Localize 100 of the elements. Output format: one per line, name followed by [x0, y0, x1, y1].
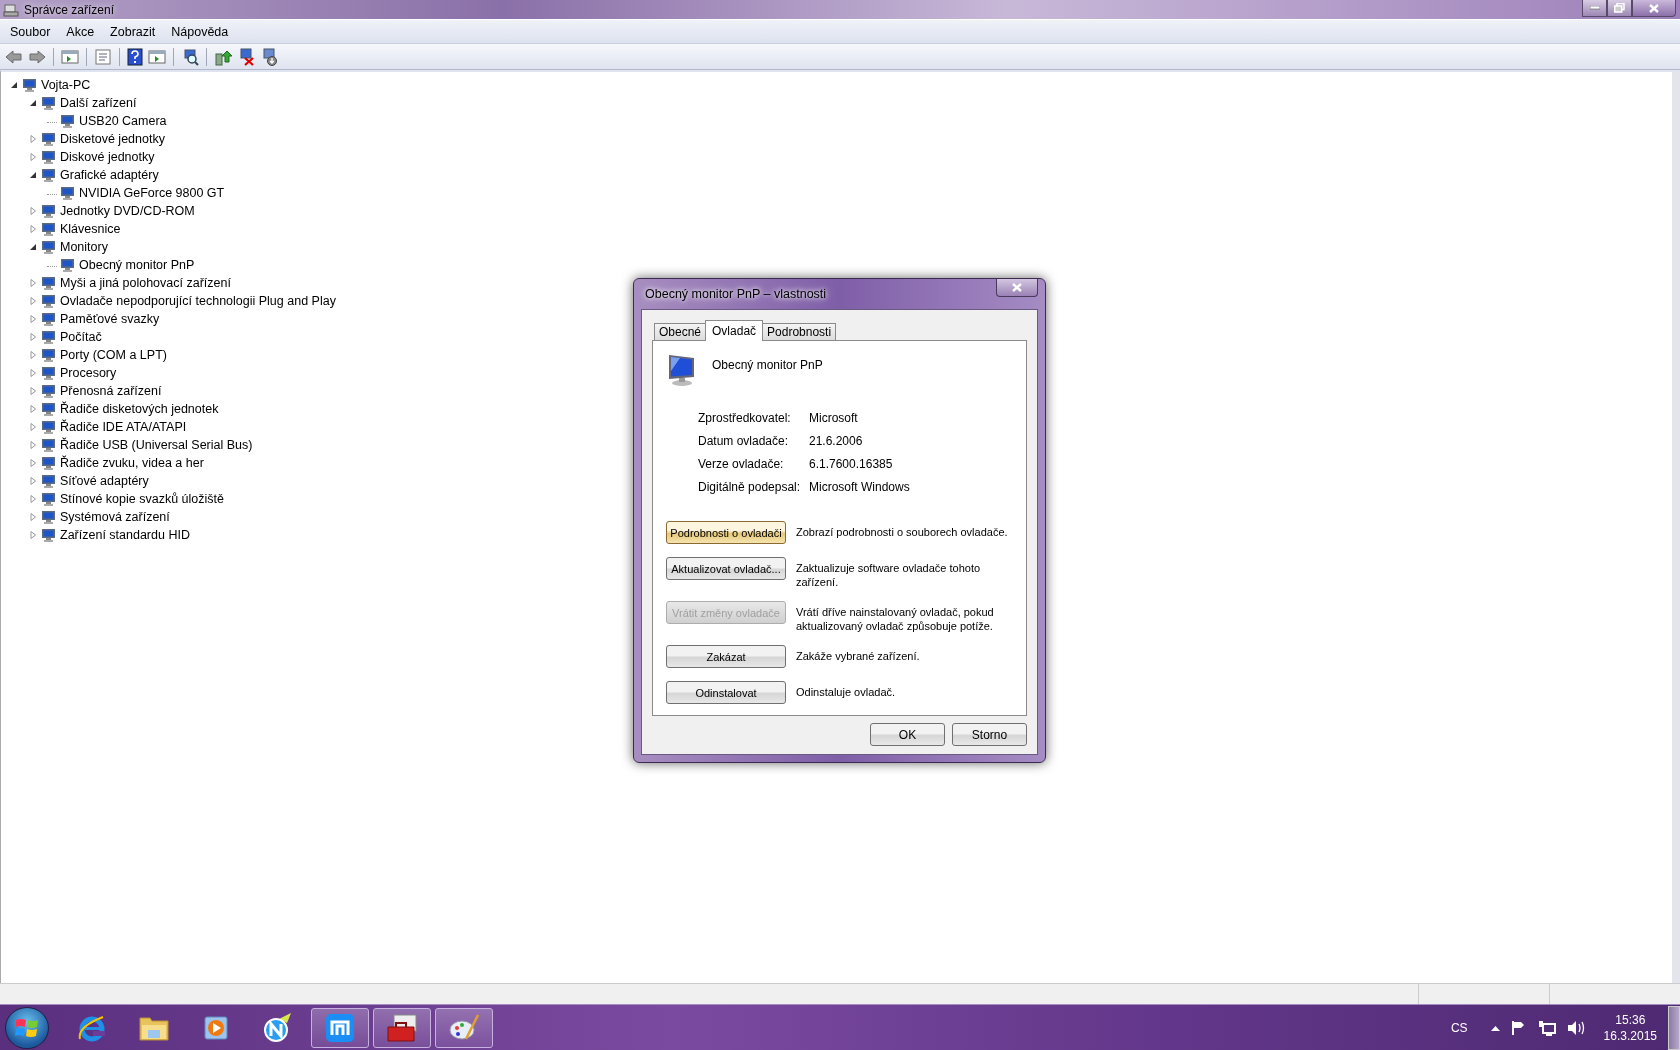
device-icon	[41, 365, 57, 381]
collapse-arrow-icon[interactable]	[28, 98, 38, 108]
paint-palette-icon	[448, 1012, 480, 1043]
device-manager-icon	[3, 1, 19, 18]
device-icon	[60, 257, 76, 273]
speaker-icon[interactable]	[1566, 1019, 1585, 1036]
uninstall-device-icon[interactable]	[260, 47, 278, 66]
device-icon	[41, 527, 57, 543]
property-value: Microsoft Windows	[809, 480, 911, 494]
tab[interactable]: Ovladač	[705, 320, 764, 341]
device-icon	[41, 149, 57, 165]
device-icon	[41, 293, 57, 309]
taskbar-button[interactable]	[373, 1007, 431, 1048]
device-icon	[41, 275, 57, 291]
tree-item[interactable]: Řadiče disketových jednotek	[60, 402, 219, 416]
device-icon	[22, 77, 38, 93]
driver-action-button[interactable]: Zakázat	[666, 645, 786, 668]
menu-item[interactable]: Zobrazit	[102, 24, 164, 39]
property-value: Microsoft	[809, 411, 859, 425]
tree-item[interactable]: Jednotky DVD/CD-ROM	[60, 204, 195, 218]
tree-item[interactable]: Počítač	[60, 330, 102, 344]
tab[interactable]: Obecné	[654, 323, 707, 340]
menu-item[interactable]: Soubor	[0, 24, 59, 39]
taskbar-button[interactable]	[311, 1007, 369, 1048]
restore-icon	[1614, 3, 1625, 13]
show-desktop-button[interactable]	[1668, 1005, 1680, 1050]
language-indicator[interactable]: CS	[1450, 1020, 1468, 1035]
start-button[interactable]	[5, 1006, 49, 1049]
restore-button[interactable]	[1607, 0, 1632, 17]
tab[interactable]: Podrobnosti	[762, 323, 837, 340]
tree-item[interactable]: Obecný monitor PnP	[79, 258, 195, 272]
flag-icon[interactable]	[1510, 1019, 1527, 1036]
driver-action-button[interactable]: Odinstalovat	[666, 681, 786, 704]
collapse-arrow-icon[interactable]	[28, 242, 38, 252]
tree-item[interactable]: USB20 Camera	[79, 114, 167, 128]
device-icon	[41, 167, 57, 183]
device-icon	[60, 185, 76, 201]
close-button[interactable]	[996, 279, 1038, 297]
device-icon	[41, 95, 57, 111]
clock-time[interactable]: 15:36	[1615, 1011, 1646, 1028]
tree-item[interactable]: Přenosná zařízení	[60, 384, 162, 398]
device-icon	[41, 347, 57, 363]
tree-item[interactable]: Stínové kopie svazků úložiště	[60, 492, 224, 506]
n-logo-icon	[263, 1012, 293, 1043]
menu-item[interactable]: Akce	[58, 24, 103, 39]
panel-icon[interactable]	[61, 48, 79, 65]
tree-item[interactable]: Monitory	[60, 240, 108, 254]
collapse-arrow-icon[interactable]	[28, 170, 38, 180]
tree-item[interactable]: Myši a jiná polohovací zařízení	[60, 276, 231, 290]
property-label: Verze ovladače:	[698, 457, 785, 471]
tree-item[interactable]: Další zařízení	[60, 96, 137, 110]
tree-item[interactable]: Procesory	[60, 366, 117, 380]
menu-item[interactable]: Nápověda	[163, 24, 237, 39]
property-value: 21.6.2006	[809, 434, 864, 448]
tree-item[interactable]: Grafické adaptéry	[60, 168, 159, 182]
tree-item[interactable]: Řadiče zvuku, videa a her	[60, 456, 204, 470]
driver-action-button[interactable]: Podrobnosti o ovladači	[666, 521, 786, 544]
tree-item[interactable]: Diskové jednotky	[60, 150, 155, 164]
help-icon[interactable]	[127, 47, 143, 66]
tree-item[interactable]: Vojta-PC	[41, 78, 91, 92]
dialog-title: Obecný monitor PnP – vlastnosti	[644, 287, 827, 301]
tree-item[interactable]: Systémová zařízení	[60, 510, 170, 524]
tree-item[interactable]: Síťové adaptéry	[60, 474, 149, 488]
property-value: 6.1.7600.16385	[809, 457, 894, 471]
dialog-button[interactable]: Storno	[952, 723, 1027, 746]
minimize-button[interactable]	[1582, 0, 1607, 17]
back-arrow-icon[interactable]	[5, 48, 23, 65]
clock-date[interactable]: 16.3.2015	[1603, 1027, 1657, 1044]
tree-item[interactable]: Řadiče USB (Universal Serial Bus)	[60, 438, 253, 452]
action-description: Vrátí dříve nainstalovaný ovladač, pokud aktualizovaný ovladač způsobuje potíže.	[796, 605, 995, 633]
collapse-arrow-icon[interactable]	[9, 80, 19, 90]
disable-device-icon[interactable]	[237, 47, 255, 66]
taskbar-button[interactable]	[435, 1007, 493, 1048]
tree-item[interactable]: Ovladače nepodporující technologii Plug and Play	[60, 294, 336, 308]
device-icon	[41, 383, 57, 399]
tree-item[interactable]: Řadiče IDE ATA/ATAPI	[60, 420, 187, 434]
device-icon	[41, 203, 57, 219]
m-logo-icon	[325, 1012, 355, 1043]
forward-arrow-icon[interactable]	[28, 48, 46, 65]
minimize-icon	[1589, 6, 1600, 10]
network-icon[interactable]	[1537, 1019, 1556, 1036]
device-icon	[41, 419, 57, 435]
panel-icon[interactable]	[148, 48, 166, 65]
show-hidden-icons-arrow-icon[interactable]	[1490, 1024, 1500, 1031]
driver-action-button[interactable]: Aktualizovat ovladač...	[666, 557, 786, 580]
tree-item[interactable]: Klávesnice	[60, 222, 121, 236]
close-button[interactable]	[1632, 0, 1676, 17]
device-icon	[41, 509, 57, 525]
tree-item[interactable]: Disketové jednotky	[60, 132, 165, 146]
tree-item[interactable]: Zařízení standardu HID	[60, 528, 190, 542]
device-name: Obecný monitor PnP	[711, 357, 823, 372]
tree-item[interactable]: NVIDIA GeForce 9800 GT	[79, 186, 225, 200]
dialog-button[interactable]: OK	[870, 723, 945, 746]
scan-icon[interactable]	[181, 47, 199, 66]
device-icon	[41, 329, 57, 345]
property-label: Zprostředkovatel:	[698, 411, 792, 425]
action-description: Zakáže vybrané zařízení.	[796, 649, 921, 663]
tree-item[interactable]: Paměťové svazky	[60, 312, 160, 326]
window-title: Správce zařízení	[24, 2, 115, 17]
tree-item[interactable]: Porty (COM a LPT)	[60, 348, 167, 362]
